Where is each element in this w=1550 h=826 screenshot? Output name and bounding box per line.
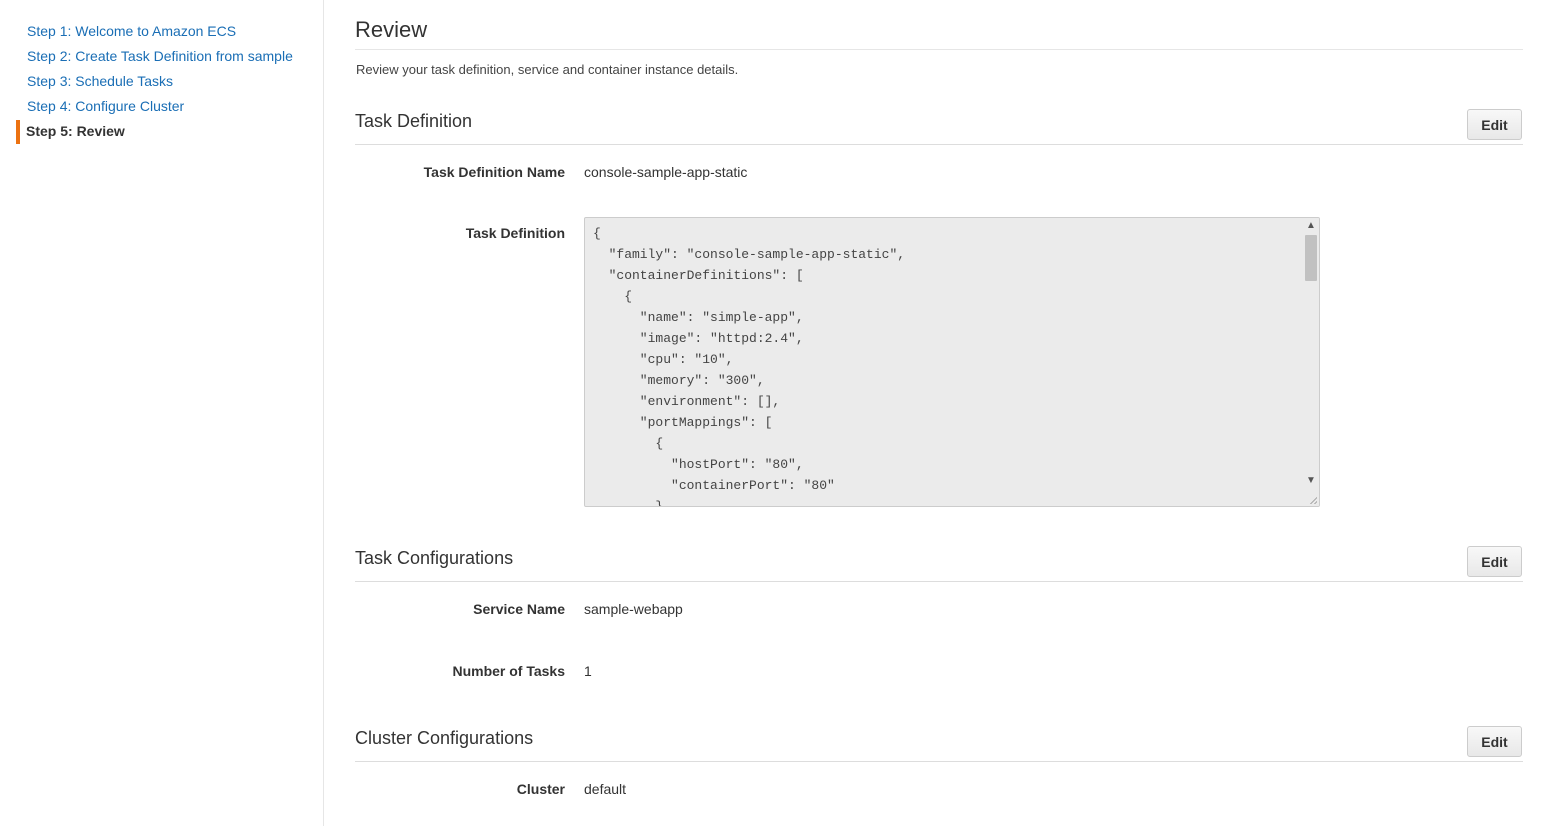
page-title: Review (355, 17, 428, 42)
cluster-configurations-divider (355, 761, 1523, 762)
step-4-link[interactable]: Step 4: Configure Cluster (27, 98, 184, 114)
edit-cluster-configurations-button[interactable]: Edit (1467, 726, 1522, 757)
wizard-sidebar: Step 1: Welcome to Amazon ECS Step 2: Cr… (0, 0, 324, 826)
review-panel: Review Review your task definition, serv… (355, 0, 1523, 826)
edit-task-definition-button[interactable]: Edit (1467, 109, 1522, 140)
step-3-link[interactable]: Step 3: Schedule Tasks (27, 73, 173, 89)
task-configurations-heading: Task Configurations (355, 548, 514, 568)
task-definition-divider (355, 144, 1523, 145)
cluster-configurations-heading: Cluster Configurations (355, 728, 534, 748)
json-scrollbar[interactable]: ▲ ▼ (1303, 218, 1319, 506)
resize-grip-icon[interactable] (1309, 496, 1317, 504)
task-configurations-divider (355, 581, 1523, 582)
number-of-tasks-value: 1 (584, 663, 592, 679)
cluster-label: Cluster (516, 781, 565, 797)
task-definition-json-label: Task Definition (465, 225, 565, 241)
service-name-value: sample-webapp (584, 601, 683, 617)
active-step-indicator (16, 120, 20, 144)
task-definition-json-text: { "family": "console-sample-app-static",… (593, 226, 906, 507)
number-of-tasks-label: Number of Tasks (452, 663, 565, 679)
title-divider (355, 49, 1523, 50)
cluster-value: default (584, 781, 627, 797)
task-definition-heading: Task Definition (355, 111, 473, 131)
edit-task-configurations-button[interactable]: Edit (1467, 546, 1522, 577)
service-name-label: Service Name (473, 601, 565, 617)
step-1-link[interactable]: Step 1: Welcome to Amazon ECS (27, 23, 236, 39)
scroll-thumb[interactable] (1305, 235, 1317, 281)
step-2-link[interactable]: Step 2: Create Task Definition from samp… (27, 48, 293, 64)
task-definition-name-value: console-sample-app-static (584, 164, 748, 180)
page-subtitle: Review your task definition, service and… (356, 62, 739, 77)
task-definition-json-textarea[interactable]: { "family": "console-sample-app-static",… (584, 217, 1320, 507)
step-5-current: Step 5: Review (26, 123, 125, 139)
task-definition-name-label: Task Definition Name (423, 164, 565, 180)
scroll-down-icon[interactable]: ▼ (1303, 474, 1319, 488)
scroll-up-icon[interactable]: ▲ (1303, 219, 1319, 233)
